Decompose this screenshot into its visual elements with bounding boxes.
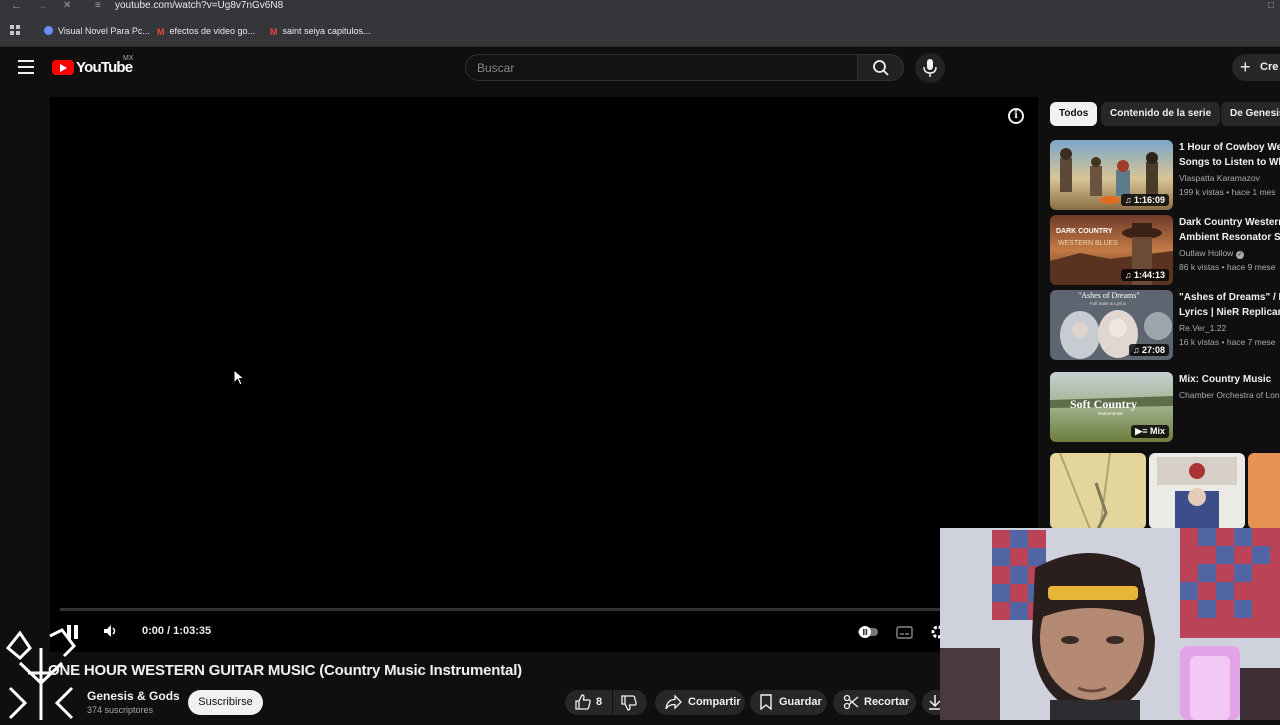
share-button[interactable]: Compartir bbox=[655, 690, 745, 715]
verified-check-icon: ✓ bbox=[1235, 251, 1244, 259]
microphone-icon bbox=[923, 59, 937, 77]
save-button[interactable]: Guardar bbox=[750, 690, 827, 715]
like-button[interactable]: 8 bbox=[565, 690, 612, 715]
video-duration: ♫ 1:44:13 bbox=[1120, 269, 1169, 281]
clip-button[interactable]: Recortar bbox=[833, 690, 916, 715]
dislike-button[interactable] bbox=[613, 690, 647, 715]
window-icon[interactable]: □ bbox=[1268, 0, 1274, 11]
channel-name: Outlaw Hollow ✓ bbox=[1179, 248, 1244, 259]
video-thumbnail: "Ashes of Dreams" Full Suite & Lyrics ♫ … bbox=[1050, 290, 1173, 360]
list-item[interactable]: ♫ 1:16:09 1 Hour of Cowboy We Songs to Li… bbox=[1050, 140, 1280, 210]
channel-name[interactable]: Genesis & Gods bbox=[87, 689, 180, 703]
forward-arrow-icon[interactable]: → bbox=[37, 0, 48, 12]
site-settings-icon[interactable]: ≡ bbox=[95, 0, 101, 11]
video-thumbnail: DARK COUNTRY WESTERN BLUES ♫ 1:44:13 bbox=[1050, 215, 1173, 285]
video-thumbnail: ♫ 1:16:09 bbox=[1050, 140, 1173, 210]
video-thumbnail: Soft Country instrumental ▶≡ Mix bbox=[1050, 372, 1173, 442]
back-arrow-icon[interactable]: ← bbox=[11, 0, 22, 12]
mouse-cursor-icon bbox=[233, 368, 246, 391]
share-icon bbox=[665, 694, 682, 710]
svg-text:Soft Country: Soft Country bbox=[1070, 397, 1137, 411]
video-meta: 86 k vistas • hace 9 mese bbox=[1179, 262, 1276, 272]
like-count: 8 bbox=[596, 696, 603, 708]
scissors-icon bbox=[843, 694, 859, 710]
youtube-header: YouTube MX +Cre bbox=[0, 47, 1280, 89]
shorts-thumbnail[interactable] bbox=[1248, 453, 1280, 529]
info-icon[interactable]: i bbox=[1008, 108, 1024, 124]
search-icon bbox=[873, 60, 889, 76]
list-item[interactable]: "Ashes of Dreams" Full Suite & Lyrics ♫ … bbox=[1050, 290, 1280, 360]
volume-icon[interactable] bbox=[103, 624, 117, 643]
svg-text:"Ashes of Dreams": "Ashes of Dreams" bbox=[1078, 291, 1140, 300]
video-title: Dark Country Western Ambient Resonator Sl bbox=[1179, 217, 1280, 243]
thumbs-up-icon bbox=[575, 694, 591, 710]
video-meta: 16 k vistas • hace 7 mese bbox=[1179, 337, 1276, 347]
progress-bar[interactable] bbox=[60, 608, 1028, 611]
bookmark-favicon-icon bbox=[44, 26, 53, 35]
list-item[interactable]: Soft Country instrumental ▶≡ Mix Mix: Co… bbox=[1050, 372, 1280, 442]
svg-text:instrumental: instrumental bbox=[1098, 411, 1123, 416]
voice-search-button[interactable] bbox=[915, 53, 945, 83]
autoplay-toggle-icon[interactable] bbox=[858, 625, 878, 644]
gmail-favicon-icon: M bbox=[270, 27, 278, 37]
apps-grid-icon[interactable] bbox=[10, 25, 20, 38]
video-player[interactable]: i 0:00 / 1:03:35 bbox=[50, 97, 1038, 652]
svg-text:Full Suite & Lyrics: Full Suite & Lyrics bbox=[1090, 301, 1127, 306]
video-duration: ♫ 27:08 bbox=[1128, 344, 1169, 356]
video-title: Mix: Country Music bbox=[1179, 374, 1272, 385]
channel-name: Vlaspatta Karamazov bbox=[1179, 173, 1260, 183]
gmail-favicon-icon: M bbox=[157, 27, 165, 37]
webcam-overlay bbox=[940, 528, 1280, 720]
mix-badge: ▶≡ Mix bbox=[1131, 425, 1169, 438]
video-title: ONE HOUR WESTERN GUITAR MUSIC (Country M… bbox=[48, 662, 522, 679]
video-title: 1 Hour of Cowboy We Songs to Listen to Wh bbox=[1179, 142, 1280, 168]
subscriber-count: 374 suscriptores bbox=[87, 705, 154, 715]
chip-de-genesis[interactable]: De Genesis bbox=[1221, 102, 1280, 126]
subtitles-icon[interactable] bbox=[896, 626, 913, 644]
menu-icon[interactable] bbox=[18, 60, 34, 74]
search-button[interactable] bbox=[857, 54, 904, 81]
video-title: "Ashes of Dreams" / F Lyrics | NieR Repli… bbox=[1179, 292, 1280, 318]
stop-loading-icon[interactable]: ✕ bbox=[63, 0, 71, 11]
bookmarks-bar: Visual Novel Para Pc... Mefectos de vide… bbox=[0, 16, 1280, 47]
bookmark-visual-novel[interactable]: Visual Novel Para Pc... bbox=[44, 25, 150, 37]
bookmark-saint-seiya[interactable]: Msaint seiya capitulos... bbox=[270, 25, 371, 37]
channel-name: Chamber Orchestra of Lon bbox=[1179, 390, 1280, 400]
video-meta: 199 k vistas • hace 1 mes bbox=[1179, 187, 1276, 197]
chip-todos[interactable]: Todos bbox=[1050, 102, 1098, 126]
youtube-play-icon bbox=[52, 60, 74, 75]
create-button[interactable]: + Cre bbox=[1232, 54, 1280, 81]
video-duration: ♫ 1:16:09 bbox=[1120, 194, 1169, 206]
thumbs-down-icon bbox=[621, 695, 637, 711]
search-box[interactable] bbox=[465, 54, 858, 81]
region-code: MX bbox=[123, 55, 134, 62]
chip-contenido-serie[interactable]: Contenido de la serie bbox=[1101, 102, 1221, 126]
subscribe-button[interactable]: Suscribirse bbox=[188, 690, 263, 715]
shorts-thumbnail[interactable] bbox=[1149, 453, 1245, 529]
shorts-thumbnail[interactable] bbox=[1050, 453, 1146, 529]
address-field[interactable]: youtube.com/watch?v=Ug8v7nGv6N8 bbox=[115, 0, 283, 12]
browser-url-bar: ← → ✕ ≡ youtube.com/watch?v=Ug8v7nGv6N8 … bbox=[0, 0, 1280, 16]
svg-text:WESTERN BLUES: WESTERN BLUES bbox=[1058, 240, 1118, 247]
svg-text:DARK COUNTRY: DARK COUNTRY bbox=[1056, 228, 1113, 235]
list-item[interactable]: DARK COUNTRY WESTERN BLUES ♫ 1:44:13 Dar… bbox=[1050, 215, 1280, 285]
bookmark-icon bbox=[760, 694, 772, 710]
time-display: 0:00 / 1:03:35 bbox=[142, 625, 212, 637]
channel-name: Re.Ver_1.22 bbox=[1179, 323, 1227, 333]
search-input[interactable] bbox=[466, 55, 857, 80]
bookmark-efectos-video[interactable]: Mefectos de video go... bbox=[157, 25, 255, 37]
plus-icon: + bbox=[1240, 57, 1251, 77]
